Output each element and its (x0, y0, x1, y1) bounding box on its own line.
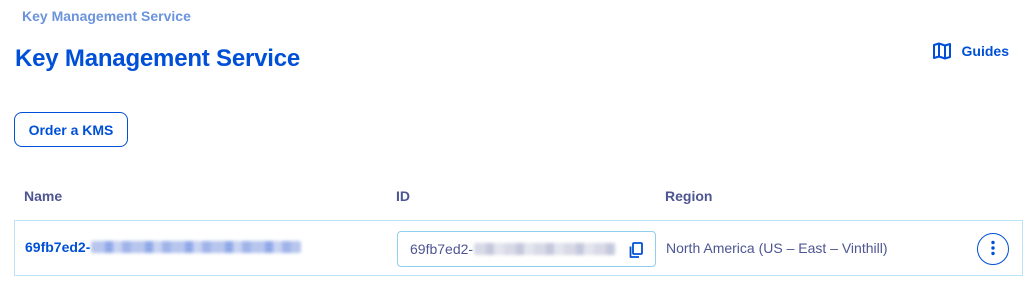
kms-region: North America (US – East – Vinthill) (666, 240, 888, 256)
column-header-region: Region (665, 188, 713, 204)
copy-icon[interactable] (627, 241, 645, 259)
column-header-id: ID (396, 188, 410, 204)
table-row: 69fb7ed2- 69fb7ed2- North America (US – … (14, 220, 1023, 276)
order-kms-button[interactable]: Order a KMS (14, 112, 128, 147)
kms-id-field: 69fb7ed2- (397, 231, 656, 267)
more-vertical-icon (991, 240, 995, 259)
redacted-id-suffix (474, 243, 617, 255)
page-title: Key Management Service (15, 45, 301, 72)
kms-id-text: 69fb7ed2- (410, 241, 474, 257)
row-actions-button[interactable] (977, 233, 1009, 265)
guides-label: Guides (961, 43, 1009, 59)
table-header: Name ID Region (0, 188, 1030, 208)
column-header-name: Name (24, 188, 63, 204)
redacted-name-suffix (91, 241, 302, 253)
guides-link[interactable]: Guides (932, 42, 1009, 60)
kms-name-text: 69fb7ed2- (25, 239, 91, 255)
kms-name-link[interactable]: 69fb7ed2- (25, 239, 302, 255)
book-map-icon (932, 42, 952, 60)
breadcrumb-item-kms[interactable]: Key Management Service (22, 8, 191, 24)
kms-page: Key Management Service Key Management Se… (0, 0, 1030, 292)
